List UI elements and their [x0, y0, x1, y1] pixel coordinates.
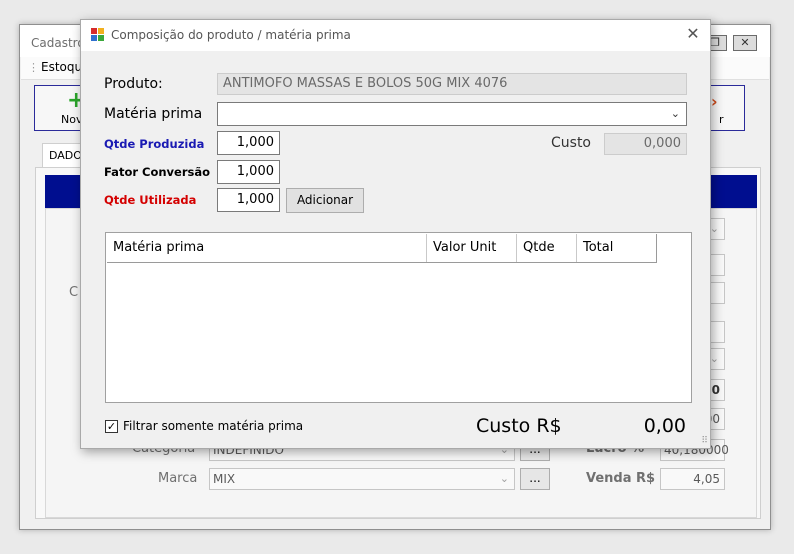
grid-header: Matéria prima Valor Unit Qtde Total [107, 234, 657, 263]
column-valor-unit[interactable]: Valor Unit [427, 234, 517, 262]
partial-label: C [69, 285, 79, 300]
close-form-label: r [719, 113, 724, 126]
custo-total-label: Custo R$ [476, 415, 562, 437]
filter-checkbox[interactable]: ✓ [105, 420, 118, 433]
app-icon [91, 28, 104, 41]
menu-grip-icon: ⋮ [28, 61, 39, 74]
chevron-down-icon: ⌄ [499, 472, 509, 485]
add-button[interactable]: Adicionar [286, 188, 364, 213]
venda-label: Venda R$ [586, 471, 656, 486]
materia-prima-combo[interactable]: ⌄ [217, 102, 687, 126]
chevron-down-icon: ⌄ [670, 107, 680, 120]
resize-grip-icon[interactable]: ⠿ [701, 436, 708, 446]
column-total[interactable]: Total [577, 234, 656, 262]
background-window-title: Cadastro [31, 36, 85, 50]
qtde-utilizada-field[interactable]: 1,000 [217, 188, 280, 212]
filter-checkbox-label[interactable]: Filtrar somente matéria prima [123, 419, 303, 433]
produto-field: ANTIMOFO MASSAS E BOLOS 50G MIX 4076 [217, 73, 687, 95]
custo-label: Custo [551, 135, 591, 151]
dialog-title: Composição do produto / matéria prima [111, 28, 351, 42]
marca-value: MIX [213, 472, 236, 486]
fator-conversao-label: Fator Conversão [104, 165, 211, 179]
marca-combo[interactable]: MIX ⌄ [209, 468, 515, 490]
exit-icon: › [711, 92, 718, 111]
marca-label: Marca [158, 471, 198, 486]
qtde-produzida-field[interactable]: 1,000 [217, 131, 280, 155]
close-icon[interactable]: ✕ [733, 35, 757, 51]
produto-label: Produto: [104, 76, 163, 92]
materials-grid[interactable]: Matéria prima Valor Unit Qtde Total [105, 232, 692, 403]
custo-total-value: 0,00 [643, 415, 686, 437]
qtde-produzida-label: Qtde Produzida [104, 137, 205, 151]
fator-conversao-field[interactable]: 1,000 [217, 160, 280, 184]
composition-dialog: Composição do produto / matéria prima ✕ … [80, 19, 711, 449]
venda-field[interactable]: 4,05 [660, 468, 725, 490]
column-qtde[interactable]: Qtde [517, 234, 577, 262]
dialog-title-bar: Composição do produto / matéria prima ✕ [81, 20, 710, 51]
qtde-utilizada-label: Qtde Utilizada [104, 193, 197, 207]
column-materia-prima[interactable]: Matéria prima [107, 234, 427, 262]
close-icon[interactable]: ✕ [684, 25, 702, 43]
custo-field: 0,000 [604, 133, 687, 155]
marca-lookup-button[interactable]: ... [520, 468, 550, 490]
materia-prima-label: Matéria prima [104, 106, 203, 122]
